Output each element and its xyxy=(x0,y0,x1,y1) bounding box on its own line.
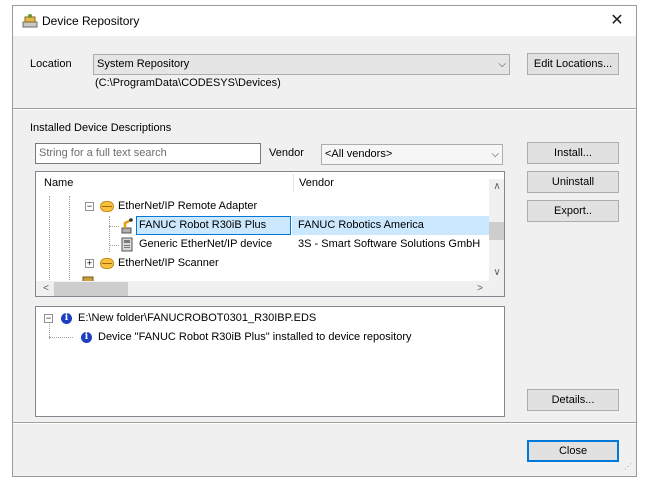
installed-label: Installed Device Descriptions xyxy=(30,122,172,134)
scroll-right-icon[interactable]: > xyxy=(472,283,488,294)
section-divider xyxy=(13,422,636,424)
uninstall-button[interactable]: Uninstall xyxy=(527,171,619,193)
location-selected: System Repository xyxy=(97,58,190,70)
scroll-down-icon[interactable]: ∨ xyxy=(489,267,504,278)
collapse-icon[interactable]: − xyxy=(85,202,94,211)
repository-icon xyxy=(22,14,38,28)
expand-icon[interactable]: + xyxy=(85,259,94,268)
row-name: EtherNet/IP Remote Adapter xyxy=(118,200,258,212)
log-row[interactable]: − i E:\New folder\FANUCROBOT0301_R30IBP.… xyxy=(36,309,496,328)
window-title: Device Repository xyxy=(42,14,140,28)
scroll-up-icon[interactable]: ∧ xyxy=(489,181,504,192)
row-name: FANUC Robot R30iB Plus xyxy=(139,219,267,231)
location-path: (C:\ProgramData\CODESYS\Devices) xyxy=(95,77,281,89)
tree-row[interactable]: − EtherNet/IP Remote Adapter xyxy=(36,197,490,216)
row-vendor: 3S - Smart Software Solutions GmbH xyxy=(298,238,481,250)
location-dropdown[interactable]: System Repository ⌵ xyxy=(93,54,510,75)
info-icon: i xyxy=(81,332,92,343)
details-button[interactable]: Details... xyxy=(527,389,619,411)
scroll-left-icon[interactable]: < xyxy=(38,283,54,294)
horizontal-scrollbar[interactable]: < > xyxy=(36,281,490,296)
chevron-down-icon: ⌵ xyxy=(491,149,499,160)
location-label: Location xyxy=(30,58,72,70)
collapse-icon[interactable]: − xyxy=(44,314,53,323)
info-icon: i xyxy=(61,313,72,324)
export-button[interactable]: Export.. xyxy=(527,200,619,222)
device-repository-dialog: Device Repository ✕ Location System Repo… xyxy=(12,5,637,477)
row-vendor: FANUC Robotics America xyxy=(298,219,424,231)
tree-row[interactable]: Generic EtherNet/IP device 3S - Smart So… xyxy=(36,235,490,254)
column-divider[interactable] xyxy=(293,174,294,192)
title-bar[interactable]: Device Repository ✕ xyxy=(13,6,636,36)
column-header-name[interactable]: Name xyxy=(44,172,73,194)
section-divider xyxy=(13,108,636,110)
column-header-vendor[interactable]: Vendor xyxy=(299,172,334,194)
ethernet-icon xyxy=(100,258,114,269)
vendor-dropdown[interactable]: <All vendors> ⌵ xyxy=(321,144,503,165)
close-button[interactable]: Close xyxy=(527,440,619,462)
edit-locations-button[interactable]: Edit Locations... xyxy=(527,53,619,75)
tree-row[interactable]: + EtherNet/IP Scanner xyxy=(36,254,490,273)
row-name: Generic EtherNet/IP device xyxy=(139,238,273,250)
scrollbar-corner xyxy=(489,281,504,296)
vertical-scrollbar[interactable]: ∧ ∨ xyxy=(489,179,504,281)
vendor-label: Vendor xyxy=(269,147,304,159)
log-row[interactable]: i Device "FANUC Robot R30iB Plus" instal… xyxy=(36,328,496,347)
log-message: Device "FANUC Robot R30iB Plus" installe… xyxy=(98,331,412,343)
resize-grip-icon[interactable]: ⋰ xyxy=(624,463,634,474)
device-tree[interactable]: Name Vendor − EtherNet/IP Remote Adapter… xyxy=(35,171,505,297)
close-icon[interactable]: ✕ xyxy=(604,9,630,33)
device-icon xyxy=(121,237,133,252)
search-input[interactable]: String for a full text search xyxy=(35,143,261,164)
row-name: EtherNet/IP Scanner xyxy=(118,257,219,269)
tree-row-selected[interactable]: FANUC Robot R30iB Plus FANUC Robotics Am… xyxy=(36,216,490,235)
horizontal-scroll-thumb[interactable] xyxy=(54,282,128,296)
robot-icon xyxy=(121,218,133,234)
vertical-scroll-thumb[interactable] xyxy=(489,222,504,240)
message-log[interactable]: − i E:\New folder\FANUCROBOT0301_R30IBP.… xyxy=(35,306,505,417)
install-button[interactable]: Install... xyxy=(527,142,619,164)
ethernet-icon xyxy=(100,201,114,212)
log-file: E:\New folder\FANUCROBOT0301_R30IBP.EDS xyxy=(78,312,317,324)
vendor-selected: <All vendors> xyxy=(325,148,393,160)
chevron-down-icon: ⌵ xyxy=(498,59,506,70)
